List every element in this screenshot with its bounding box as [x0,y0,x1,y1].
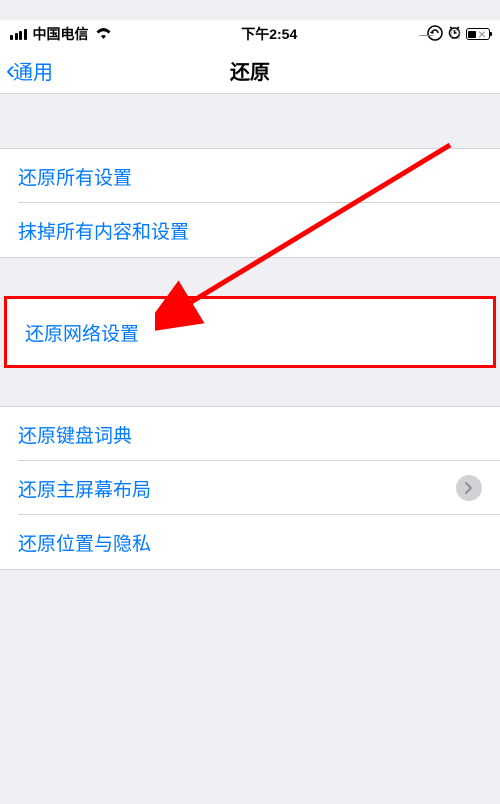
settings-group-1: 还原所有设置 抹掉所有内容和设置 [0,148,500,258]
cell-label: 还原主屏幕布局 [18,475,151,502]
wifi-icon [95,26,112,43]
maximize-icon[interactable]: □ [451,26,459,42]
reset-all-settings-cell[interactable]: 还原所有设置 [0,149,500,203]
disclosure-icon [456,475,482,501]
navigation-bar: ‹ 通用 还原 [0,48,500,94]
back-label: 通用 [13,56,53,85]
close-icon[interactable]: × [478,26,486,42]
cell-label: 还原位置与隐私 [18,529,151,556]
reset-location-privacy-cell[interactable]: 还原位置与隐私 [0,515,500,569]
content-area: 还原所有设置 抹掉所有内容和设置 还原网络设置 还原键盘词典 还原主屏幕布局 还… [0,94,500,570]
cell-label: 还原键盘词典 [18,421,132,448]
minimize-icon[interactable]: — [419,26,433,42]
cell-label: 抹掉所有内容和设置 [18,217,189,244]
cell-label: 还原网络设置 [25,319,139,346]
reset-network-settings-cell[interactable]: 还原网络设置 [7,299,493,365]
status-left: 中国电信 [10,24,112,44]
back-button[interactable]: ‹ 通用 [0,55,53,86]
reset-keyboard-dictionary-cell[interactable]: 还原键盘词典 [0,407,500,461]
settings-group-3: 还原键盘词典 还原主屏幕布局 还原位置与隐私 [0,406,500,570]
window-controls: — □ × [405,20,500,48]
signal-icon [10,29,27,40]
cell-label: 还原所有设置 [18,163,132,190]
erase-all-content-cell[interactable]: 抹掉所有内容和设置 [0,203,500,257]
reset-home-screen-cell[interactable]: 还原主屏幕布局 [0,461,500,515]
page-title: 还原 [230,56,270,85]
highlighted-group: 还原网络设置 [4,296,496,368]
status-time: 下午2:54 [241,24,297,44]
carrier-label: 中国电信 [33,24,89,44]
